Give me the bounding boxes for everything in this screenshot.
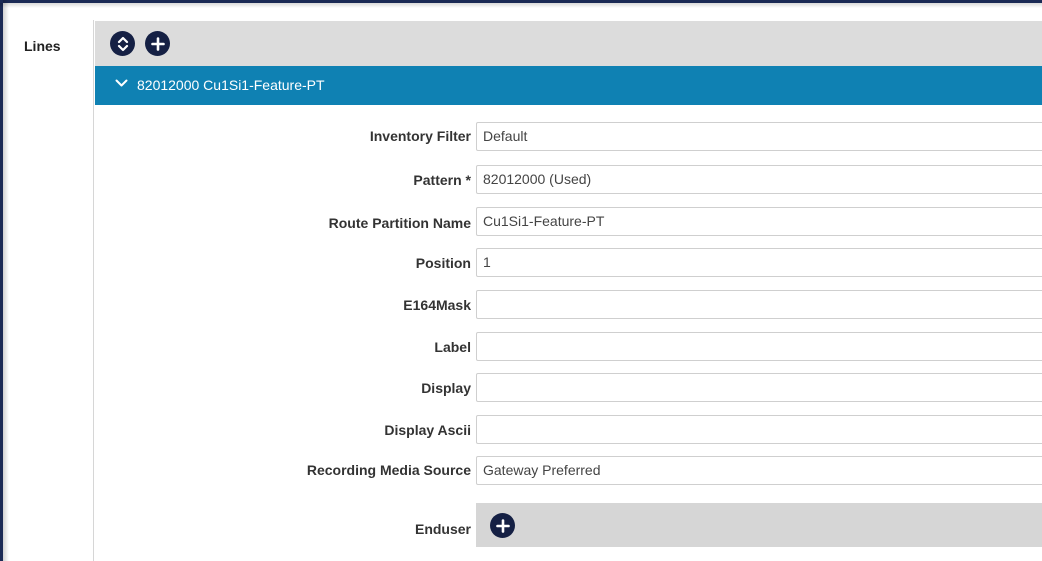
plus-icon [150,36,165,51]
route-partition-name-label: Route Partition Name [328,215,471,231]
e164mask-label: E164Mask [403,297,471,313]
recording-media-source-field[interactable]: Gateway Preferred [476,456,1042,485]
plus-icon [495,518,510,533]
lines-toolbar [95,21,1042,66]
line-item-header[interactable]: 82012000 Cu1Si1-Feature-PT [95,66,1042,105]
pattern-label: Pattern * [413,172,471,188]
recording-media-source-label: Recording Media Source [306,462,471,478]
display-field[interactable] [476,373,1042,402]
pattern-field[interactable]: 82012000 (Used) [476,165,1042,194]
add-enduser-button[interactable] [490,513,515,538]
label-label: Label [434,339,471,355]
display-label: Display [421,380,471,396]
line-item-title: 82012000 Cu1Si1-Feature-PT [137,77,325,93]
up-down-chevron-icon [117,36,128,51]
inventory-filter-field[interactable]: Default [476,122,1042,151]
display-ascii-field[interactable] [476,415,1042,444]
position-label: Position [415,255,471,271]
reorder-button[interactable] [110,31,135,56]
window-shadow-top [0,3,1042,8]
window-shadow-left [3,0,9,561]
position-field[interactable]: 1 [476,248,1042,277]
inventory-filter-label: Inventory Filter [369,128,471,144]
enduser-label: Enduser [414,521,471,537]
route-partition-name-field[interactable]: Cu1Si1-Feature-PT [476,207,1042,236]
display-ascii-label: Display Ascii [384,422,471,438]
lines-section-label: Lines [24,38,61,54]
e164mask-field[interactable] [476,290,1042,319]
enduser-toolbar [476,503,1042,547]
add-line-button[interactable] [145,31,170,56]
label-field[interactable] [476,332,1042,361]
chevron-down-icon[interactable] [115,79,128,88]
